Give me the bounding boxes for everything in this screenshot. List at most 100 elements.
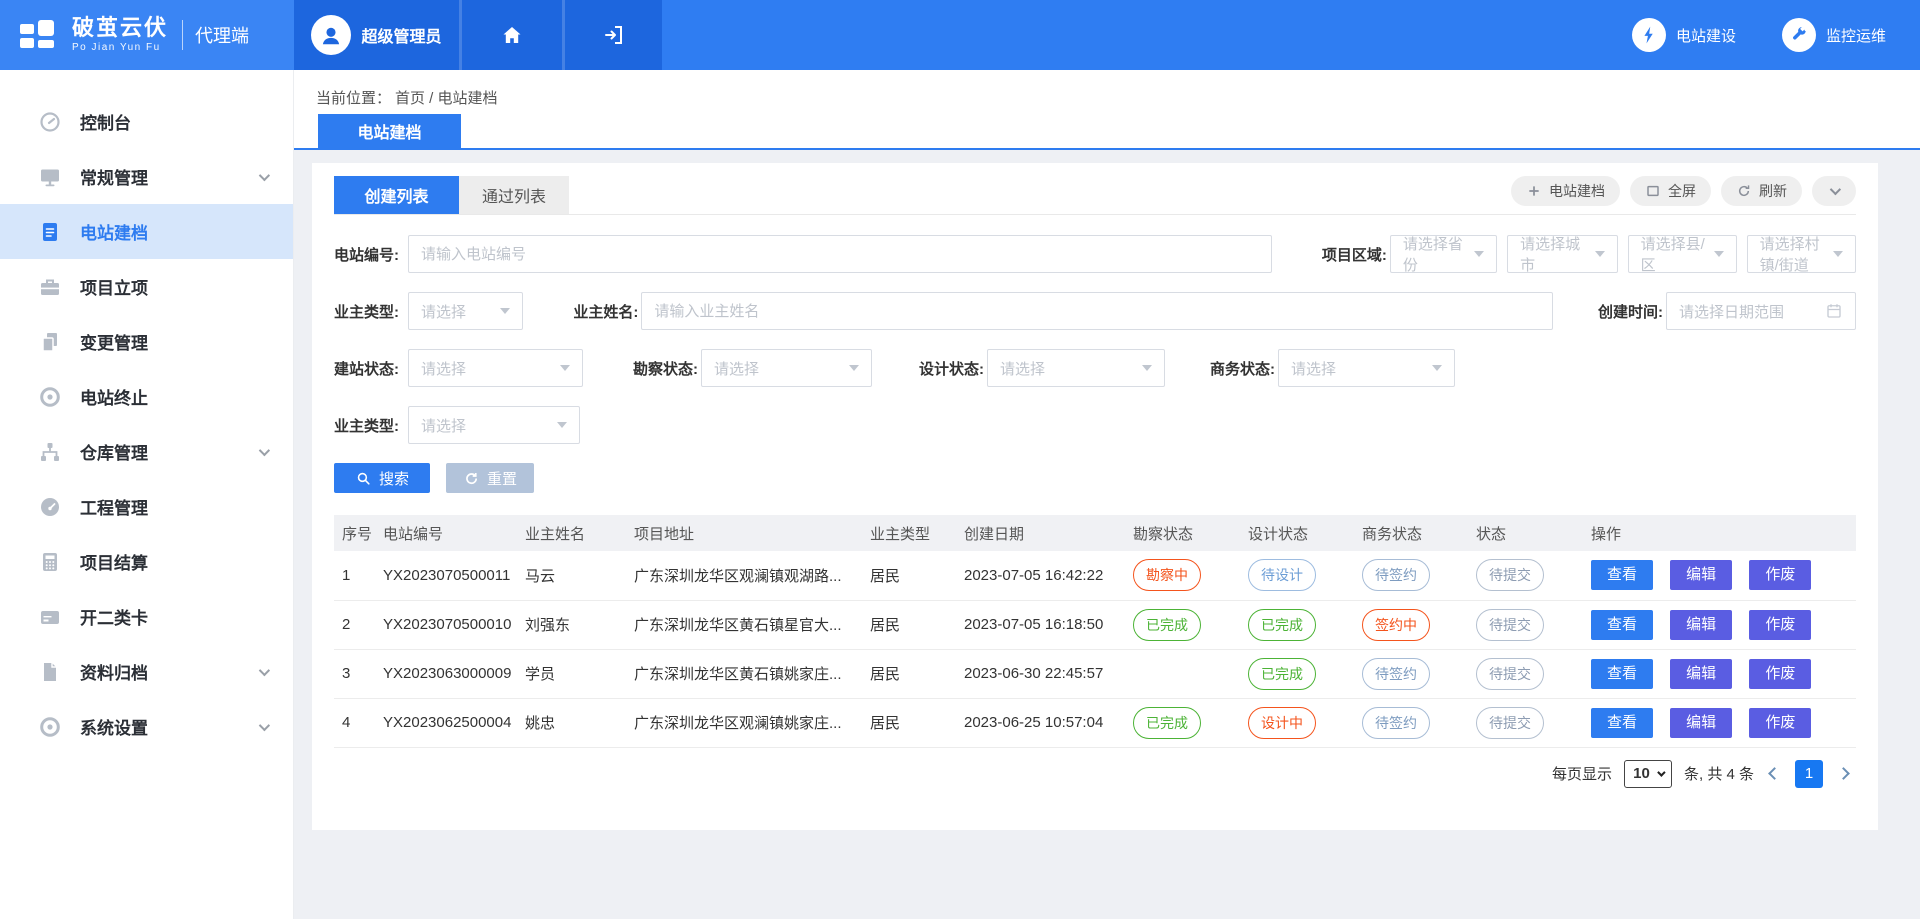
breadcrumb-label: 当前位置： <box>316 90 391 107</box>
col-owner-type: 业主类型 <box>862 515 956 551</box>
chevron-down-icon <box>259 718 267 736</box>
chevron-down-icon <box>259 443 267 461</box>
refresh-button[interactable]: 刷新 <box>1721 176 1802 206</box>
home-icon <box>500 23 524 47</box>
view-button[interactable]: 查看 <box>1591 560 1653 590</box>
settings-icon <box>38 715 62 739</box>
logout-button[interactable] <box>562 0 662 70</box>
copy-icon <box>38 330 62 354</box>
sidebar-item-data-archive[interactable]: 资料归档 <box>0 644 293 699</box>
status-badge: 签约中 <box>1362 609 1430 641</box>
page-size-select[interactable]: 10 <box>1624 760 1672 788</box>
sidebar-item-system-settings[interactable]: 系统设置 <box>0 699 293 754</box>
sidebar-item-project-settlement[interactable]: 项目结算 <box>0 534 293 589</box>
sidebar-item-station-archive[interactable]: 电站建档 <box>0 204 293 259</box>
tab-passed-list[interactable]: 通过列表 <box>459 176 569 214</box>
breadcrumb-path: 首页 / 电站建档 <box>395 90 498 107</box>
caret-down-icon <box>1657 768 1665 776</box>
plus-icon <box>1526 183 1542 199</box>
page-tab-station-archive[interactable]: 电站建档 <box>318 114 461 148</box>
status-badge: 待提交 <box>1476 609 1544 641</box>
province-select[interactable]: 请选择省份 <box>1390 235 1497 273</box>
edit-button[interactable]: 编辑 <box>1670 708 1732 738</box>
filter-actions: 搜索 重置 <box>334 463 1856 493</box>
void-button[interactable]: 作废 <box>1749 708 1811 738</box>
table-row: 1 YX2023070500011 马云 广东深圳龙华区观澜镇观湖路... 居民… <box>334 551 1856 600</box>
status-badge: 待签约 <box>1362 559 1430 591</box>
void-button[interactable]: 作废 <box>1749 610 1811 640</box>
caret-down-icon <box>560 365 570 371</box>
fullscreen-button[interactable]: 全屏 <box>1630 176 1711 206</box>
page-number-button[interactable]: 1 <box>1795 760 1823 788</box>
divider <box>182 20 183 50</box>
design-status-select[interactable]: 请选择 <box>987 349 1165 387</box>
add-station-button[interactable]: 电站建档 <box>1511 176 1620 206</box>
tab-create-list[interactable]: 创建列表 <box>334 176 459 214</box>
breadcrumb: 当前位置：首页 / 电站建档 <box>316 87 502 108</box>
city-select[interactable]: 请选择城市 <box>1507 235 1618 273</box>
col-no: 序号 <box>334 515 375 551</box>
prev-page-button[interactable] <box>1766 765 1783 782</box>
chevron-right-icon <box>1837 767 1850 780</box>
chevron-down-icon <box>1830 184 1841 195</box>
edit-button[interactable]: 编辑 <box>1670 560 1732 590</box>
filter-row-1: 电站编号: 项目区域: 请选择省份 请选择城市 请选择县/区 请选择村镇/街道 <box>334 235 1856 273</box>
search-button[interactable]: 搜索 <box>334 463 430 493</box>
reset-button[interactable]: 重置 <box>446 463 534 493</box>
topbar: 破茧云伏 Po Jian Yun Fu 代理端 超级管理员 电 <box>0 0 1920 70</box>
county-select[interactable]: 请选择县/区 <box>1628 235 1737 273</box>
panel-toolbar: 电站建档 全屏 刷新 <box>1511 176 1856 206</box>
collapse-toolbar-button[interactable] <box>1812 176 1856 206</box>
search-icon <box>355 470 372 487</box>
status-badge: 设计中 <box>1248 707 1316 739</box>
create-time-label: 创建时间: <box>1598 301 1666 322</box>
chevron-down-icon <box>259 663 267 681</box>
home-button[interactable] <box>459 0 562 70</box>
date-range-input[interactable]: 请选择日期范围 <box>1666 292 1856 330</box>
chevron-down-icon <box>259 168 267 186</box>
sidebar-item-warehouse-mgmt[interactable]: 仓库管理 <box>0 424 293 479</box>
filter-row-4: 业主类型: 请选择 <box>334 406 1856 444</box>
sidebar-item-project-initiation[interactable]: 项目立项 <box>0 259 293 314</box>
sidebar-item-console[interactable]: 控制台 <box>0 94 293 149</box>
station-code-input[interactable] <box>408 235 1272 273</box>
next-page-button[interactable] <box>1835 765 1852 782</box>
caret-down-icon <box>1833 251 1843 257</box>
edit-button[interactable]: 编辑 <box>1670 610 1732 640</box>
card-icon <box>38 605 62 629</box>
town-select[interactable]: 请选择村镇/街道 <box>1747 235 1856 273</box>
build-status-select[interactable]: 请选择 <box>408 349 583 387</box>
sidebar-item-station-terminate[interactable]: 电站终止 <box>0 369 293 424</box>
sidebar-item-change-mgmt[interactable]: 变更管理 <box>0 314 293 369</box>
status-badge: 待提交 <box>1476 658 1544 690</box>
business-status-label: 商务状态: <box>1210 358 1278 379</box>
survey-status-select[interactable]: 请选择 <box>701 349 872 387</box>
nav-monitor-ops[interactable]: 监控运维 <box>1782 18 1886 52</box>
owner-name-input[interactable] <box>641 292 1553 330</box>
nav-label: 电站建设 <box>1676 25 1736 46</box>
reset-icon <box>463 470 480 487</box>
owner-type2-select[interactable]: 请选择 <box>408 406 580 444</box>
user-menu[interactable]: 超级管理员 <box>294 0 459 70</box>
design-status-label: 设计状态: <box>919 358 987 379</box>
sidebar-item-engineering-mgmt[interactable]: 工程管理 <box>0 479 293 534</box>
edit-button[interactable]: 编辑 <box>1670 659 1732 689</box>
owner-type-select[interactable]: 请选择 <box>408 292 523 330</box>
nav-label: 监控运维 <box>1826 25 1886 46</box>
view-button[interactable]: 查看 <box>1591 610 1653 640</box>
caret-down-icon <box>849 365 859 371</box>
view-button[interactable]: 查看 <box>1591 708 1653 738</box>
business-status-select[interactable]: 请选择 <box>1278 349 1455 387</box>
col-created: 创建日期 <box>956 515 1125 551</box>
void-button[interactable]: 作废 <box>1749 659 1811 689</box>
fullscreen-icon <box>1645 183 1661 199</box>
logo-text: 破茧云伏 Po Jian Yun Fu <box>72 17 168 53</box>
view-button[interactable]: 查看 <box>1591 659 1653 689</box>
void-button[interactable]: 作废 <box>1749 560 1811 590</box>
status-badge: 待签约 <box>1362 658 1430 690</box>
per-page-label: 每页显示 <box>1552 763 1612 784</box>
sidebar-item-general-mgmt[interactable]: 常规管理 <box>0 149 293 204</box>
nav-station-build[interactable]: 电站建设 <box>1632 18 1736 52</box>
sidebar-item-open-card[interactable]: 开二类卡 <box>0 589 293 644</box>
table-row: 3 YX2023063000009 学员 广东深圳龙华区黄石镇姚家庄... 居民… <box>334 649 1856 698</box>
